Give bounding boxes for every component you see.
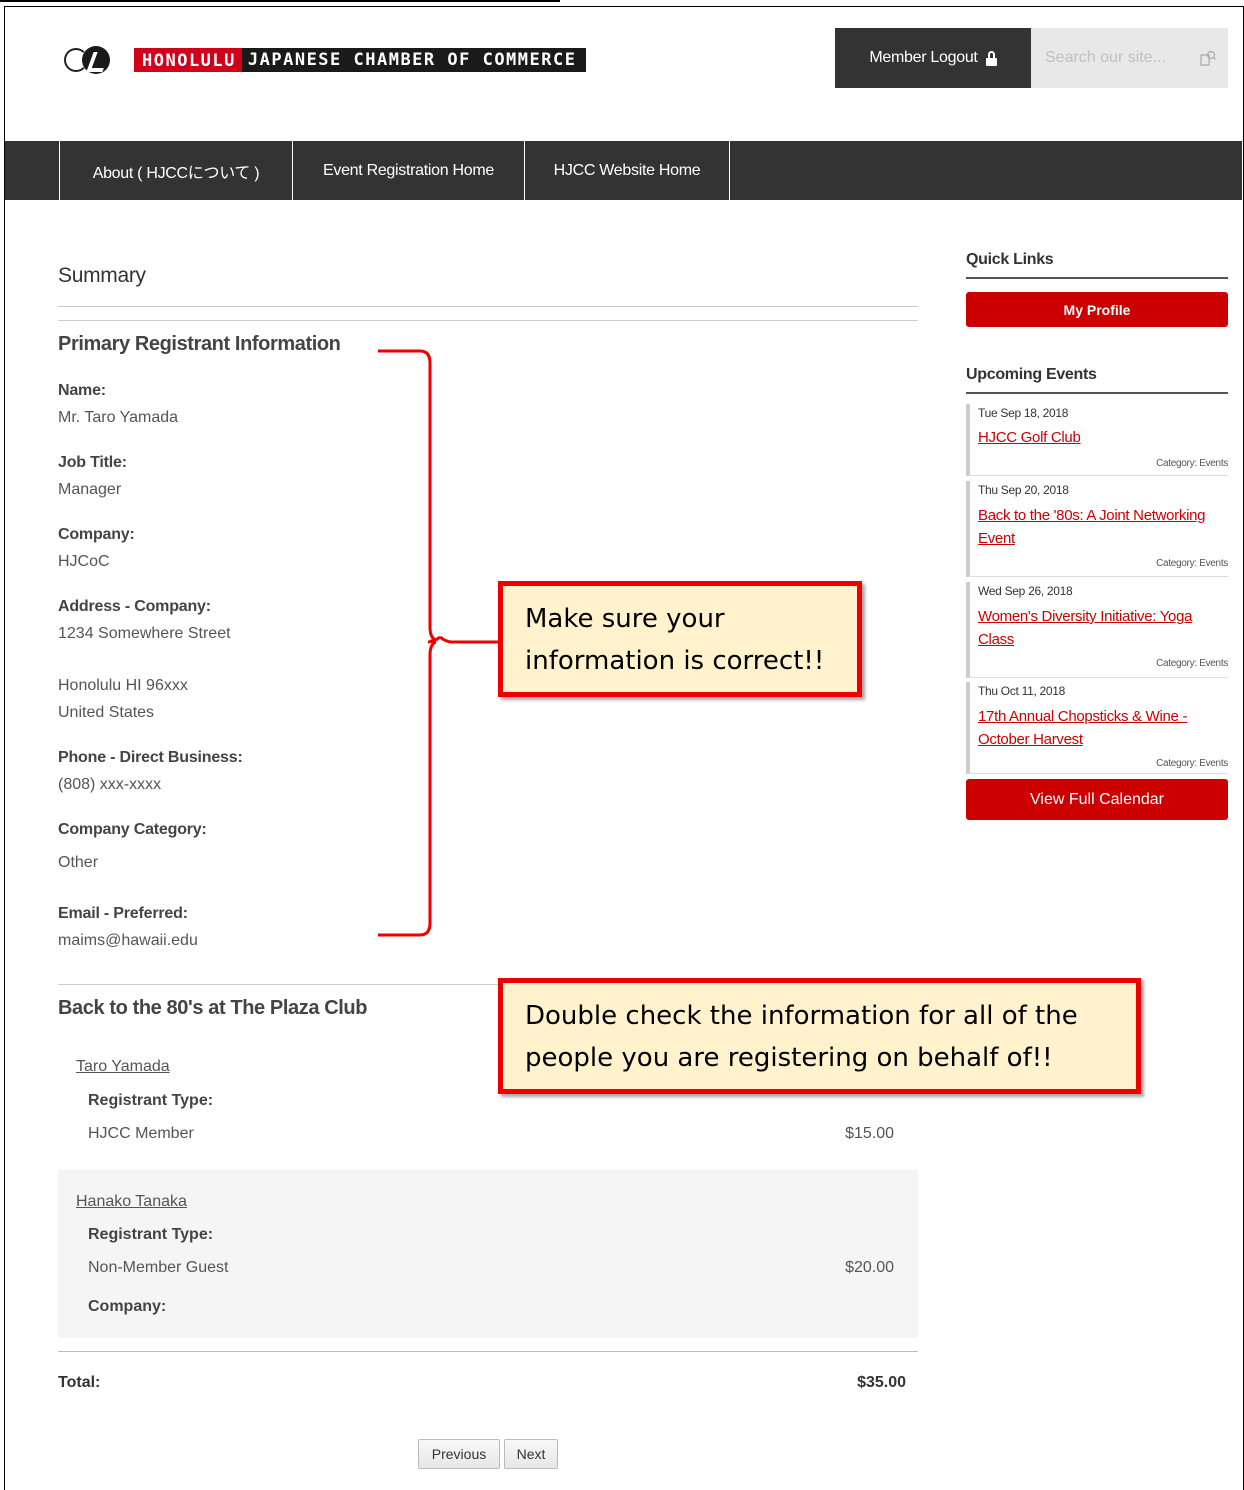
event-category: Category: Events — [1156, 458, 1228, 469]
search-box — [1031, 28, 1228, 88]
divider — [966, 392, 1228, 394]
field-value-address-country: United States — [58, 704, 155, 721]
nav-item-label: Event Registration Home — [323, 161, 494, 179]
upcoming-events-title: Upcoming Events — [966, 366, 1097, 383]
top-rule — [0, 0, 560, 2]
event-heading: Back to the 80's at The Plaza Club — [58, 997, 368, 1019]
main-nav: About ( HJCCについて ) Event Registration Ho… — [5, 141, 1242, 200]
field-label-company-category: Company Category: — [58, 821, 207, 838]
callout-double-check-registrants: Double check the information for all of … — [498, 978, 1141, 1094]
event-date: Tue Sep 18, 2018 — [978, 406, 1069, 420]
field-label-phone: Phone - Direct Business: — [58, 749, 243, 766]
member-logout-label: Member Logout — [869, 49, 978, 66]
event-link[interactable]: HJCC Golf Club — [978, 426, 1232, 449]
lock-icon — [985, 50, 997, 66]
registrant-name-link[interactable]: Hanako Tanaka — [76, 1193, 187, 1211]
registrant-type-value: HJCC Member — [88, 1125, 194, 1142]
total-label: Total: — [58, 1374, 101, 1391]
page-title: Summary — [58, 264, 146, 287]
registrant-name-link[interactable]: Taro Yamada — [76, 1058, 170, 1076]
next-button[interactable]: Next — [504, 1439, 558, 1469]
logo-text-rest: JAPANESE CHAMBER OF COMMERCE — [247, 50, 577, 70]
registrant-price: $15.00 — [845, 1125, 894, 1142]
event-category: Category: Events — [1156, 558, 1228, 569]
field-value-name: Mr. Taro Yamada — [58, 409, 179, 426]
field-value-company: HJCoC — [58, 553, 110, 570]
callout-check-information: Make sure your information is correct!! — [498, 581, 862, 697]
registrant-type-label: Registrant Type: — [88, 1092, 214, 1109]
logo-text-honolulu: HONOLULU — [134, 48, 242, 72]
search-icon[interactable] — [1200, 50, 1216, 66]
event-category: Category: Events — [1156, 658, 1228, 669]
field-value-job-title: Manager — [58, 481, 122, 498]
field-label-name: Name: — [58, 382, 106, 399]
divider — [58, 306, 918, 307]
event-item: Tue Sep 18, 2018 HJCC Golf Club Category… — [966, 404, 1228, 476]
bracket-annotation — [378, 349, 436, 937]
previous-button[interactable]: Previous — [418, 1439, 500, 1469]
bracket-arrow-line — [428, 636, 500, 644]
logo-wordmark: HONOLULU JAPANESE CHAMBER OF COMMERCE — [134, 48, 587, 72]
event-link[interactable]: 17th Annual Chopsticks & Wine - October … — [978, 705, 1232, 751]
my-profile-button[interactable]: My Profile — [966, 292, 1228, 327]
field-value-company-category: Other — [58, 854, 99, 871]
field-label-email: Email - Preferred: — [58, 905, 188, 922]
nav-item-hjcc-website-home[interactable]: HJCC Website Home — [524, 141, 729, 200]
field-value-address-line2: Honolulu HI 96xxx — [58, 677, 188, 694]
event-link[interactable]: Women's Diversity Initiative: Yoga Class — [978, 605, 1232, 651]
registrant-type-value: Non-Member Guest — [88, 1259, 229, 1276]
field-value-email: maims@hawaii.edu — [58, 932, 198, 949]
event-item: Thu Sep 20, 2018 Back to the '80s: A Joi… — [966, 481, 1228, 577]
event-item: Wed Sep 26, 2018 Women's Diversity Initi… — [966, 582, 1228, 678]
search-input[interactable] — [1045, 49, 1185, 67]
field-value-address-line1: 1234 Somewhere Street — [58, 625, 231, 642]
field-label-address: Address - Company: — [58, 598, 211, 615]
registrant-block — [58, 1170, 918, 1338]
event-item: Thu Oct 11, 2018 17th Annual Chopsticks … — [966, 682, 1228, 774]
event-link[interactable]: Back to the '80s: A Joint Networking Eve… — [978, 504, 1232, 550]
logo-mark-icon — [62, 46, 122, 74]
field-label-job-title: Job Title: — [58, 454, 127, 471]
event-date: Wed Sep 26, 2018 — [978, 584, 1073, 598]
primary-registrant-heading: Primary Registrant Information — [58, 333, 341, 355]
view-full-calendar-button[interactable]: View Full Calendar — [966, 779, 1228, 820]
nav-item-label: About ( HJCCについて ) — [92, 164, 260, 182]
registrant-type-label: Registrant Type: — [88, 1226, 214, 1243]
total-value: $35.00 — [857, 1374, 906, 1391]
registrant-price: $20.00 — [845, 1259, 894, 1276]
nav-item-event-registration-home[interactable]: Event Registration Home — [292, 141, 524, 200]
divider — [58, 1351, 918, 1352]
event-date: Thu Sep 20, 2018 — [978, 483, 1069, 497]
divider — [58, 320, 918, 321]
event-category: Category: Events — [1156, 758, 1228, 769]
registrant-company-label: Company: — [88, 1298, 167, 1315]
divider — [966, 277, 1228, 279]
nav-item-about[interactable]: About ( HJCCについて ) — [59, 141, 292, 200]
hjcc-logo[interactable]: HONOLULU JAPANESE CHAMBER OF COMMERCE — [62, 46, 587, 74]
event-date: Thu Oct 11, 2018 — [978, 684, 1066, 698]
field-value-phone: (808) xxx-xxxx — [58, 776, 162, 793]
field-label-company: Company: — [58, 526, 135, 543]
quick-links-title: Quick Links — [966, 251, 1054, 268]
member-logout-button[interactable]: Member Logout — [835, 28, 1031, 88]
nav-divider — [729, 141, 730, 200]
nav-item-label: HJCC Website Home — [553, 161, 701, 179]
